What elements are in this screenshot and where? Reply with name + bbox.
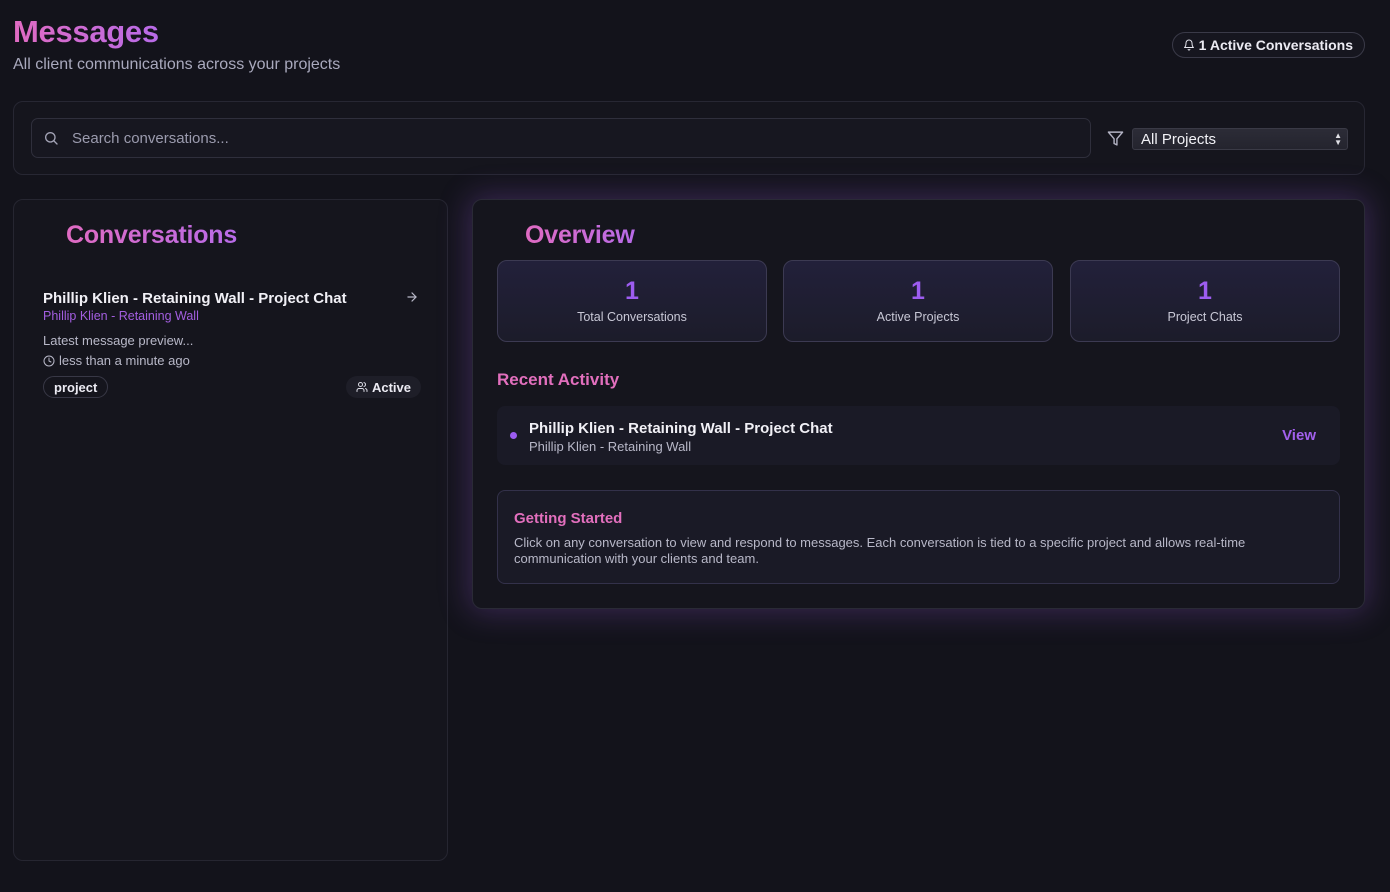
getting-started-card: Getting Started Click on any conversatio… bbox=[497, 490, 1340, 584]
conversation-status-badge: Active bbox=[345, 376, 421, 398]
getting-started-text: Click on any conversation to view and re… bbox=[514, 535, 1246, 566]
users-icon bbox=[356, 382, 368, 392]
page-subtitle: All client communications across your pr… bbox=[13, 56, 341, 73]
overview-panel: Overview 1 Total Conversations 1 Active … bbox=[472, 199, 1365, 609]
search-panel: All Projects ▲▼ bbox=[13, 101, 1365, 175]
stat-card-project-chats: 1 Project Chats bbox=[1070, 260, 1340, 342]
project-filter-value: All Projects bbox=[1141, 130, 1217, 148]
conversation-item[interactable]: Phillip Klien - Retaining Wall - Project… bbox=[43, 288, 421, 403]
activity-title: Phillip Klien - Retaining Wall - Project… bbox=[529, 420, 833, 437]
stat-value: 1 bbox=[1198, 277, 1212, 305]
bell-icon bbox=[1183, 39, 1194, 51]
activity-dot bbox=[510, 432, 517, 439]
recent-activity-heading: Recent Activity bbox=[497, 370, 620, 389]
conversations-title: Conversations bbox=[66, 221, 238, 249]
conversation-tag: project bbox=[43, 376, 109, 398]
conversation-status-label: Active bbox=[371, 379, 411, 395]
activity-subtitle: Phillip Klien - Retaining Wall bbox=[529, 439, 692, 454]
stat-label: Total Conversations bbox=[577, 310, 687, 324]
conversation-preview: Latest message preview... bbox=[43, 333, 194, 348]
page-title: Messages bbox=[13, 12, 159, 52]
getting-started-title: Getting Started bbox=[514, 510, 623, 527]
stat-label: Project Chats bbox=[1167, 310, 1243, 324]
activity-item: Phillip Klien - Retaining Wall - Project… bbox=[497, 406, 1340, 465]
stat-card-active-projects: 1 Active Projects bbox=[783, 260, 1053, 342]
filter-icon bbox=[1107, 131, 1124, 146]
conversation-time-label: less than a minute ago bbox=[59, 353, 190, 368]
active-conversations-badge: 1 Active Conversations bbox=[1171, 32, 1365, 58]
stat-label: Active Projects bbox=[876, 310, 960, 324]
search-box[interactable] bbox=[31, 118, 1091, 158]
stat-value: 1 bbox=[911, 277, 925, 305]
conversation-project: Phillip Klien - Retaining Wall bbox=[43, 309, 199, 323]
conversation-time: less than a minute ago bbox=[43, 353, 190, 368]
search-input[interactable] bbox=[72, 129, 1072, 147]
arrow-right-icon[interactable] bbox=[405, 290, 419, 304]
stat-value: 1 bbox=[625, 277, 639, 305]
search-icon bbox=[45, 132, 58, 145]
clock-icon bbox=[43, 355, 55, 366]
view-button[interactable]: View bbox=[1282, 427, 1316, 444]
overview-title: Overview bbox=[525, 221, 635, 249]
conversations-panel: Conversations Phillip Klien - Retaining … bbox=[13, 199, 448, 861]
project-filter-select[interactable]: All Projects ▲ ▼ bbox=[1132, 128, 1348, 150]
stat-card-total-conversations: 1 Total Conversations bbox=[497, 260, 767, 342]
select-arrows-icon: ▲ ▼ bbox=[1334, 131, 1342, 147]
active-badge-label: 1 Active Conversations bbox=[1198, 37, 1353, 53]
conversation-title: Phillip Klien - Retaining Wall - Project… bbox=[43, 290, 347, 307]
